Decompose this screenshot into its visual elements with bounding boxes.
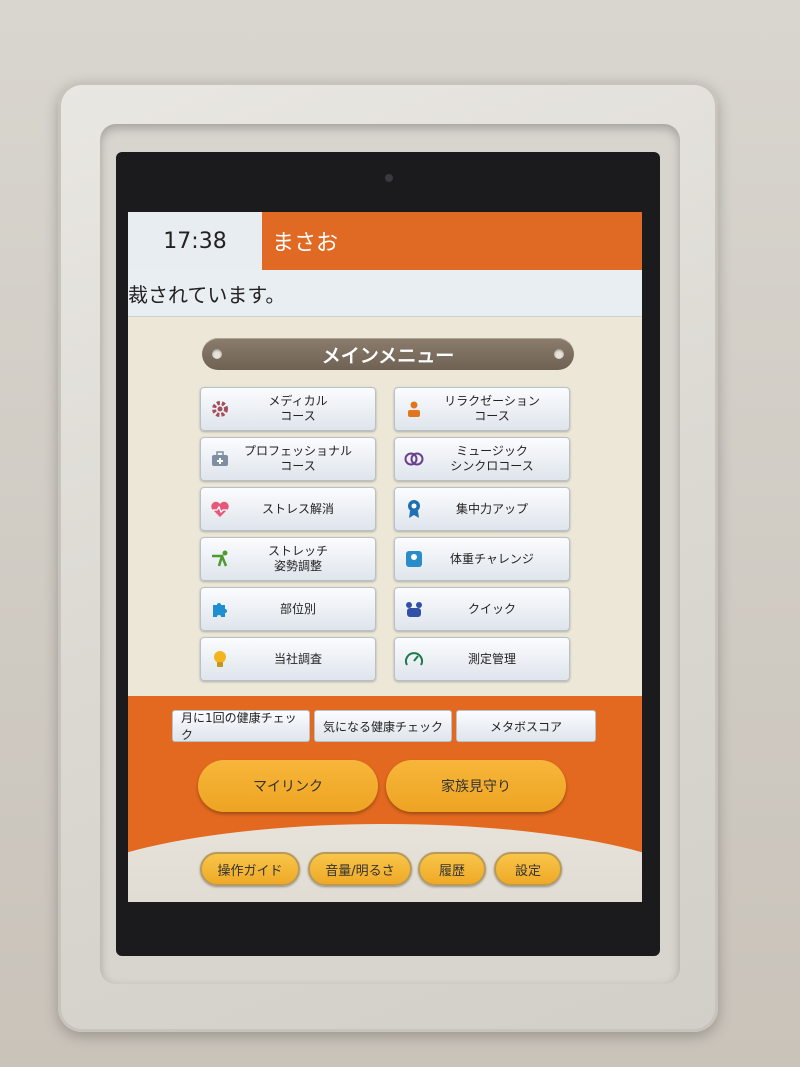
menu-weight-challenge[interactable]: 体重チャレンジ [394, 537, 570, 581]
menu-body-part[interactable]: 部位別 [200, 587, 376, 631]
menu-label: メディカル コース [268, 394, 328, 423]
operation-guide-button[interactable]: 操作ガイド [200, 852, 300, 886]
menu-label: ストレッチ 姿勢調整 [267, 544, 328, 573]
camera-icon [385, 174, 393, 182]
person-icon [403, 398, 425, 420]
menu-professional-course[interactable]: プロフェッショナル コース [200, 437, 376, 481]
heart-pulse-icon [209, 498, 231, 520]
award-icon [403, 498, 425, 520]
menu-company-research[interactable]: 当社調査 [200, 637, 376, 681]
menu-label: 測定管理 [467, 651, 516, 666]
title-left-dot [212, 349, 222, 359]
menu-label: プロフェッショナル コース [243, 444, 352, 473]
puzzle-icon [209, 598, 231, 620]
monthly-health-check-button[interactable]: 月に1回の健康チェック [172, 710, 310, 742]
settings-button[interactable]: 設定 [494, 852, 562, 886]
main-menu-title-text: メインメニュー [321, 344, 455, 367]
bulb-icon [209, 648, 231, 670]
family-watch-button[interactable]: 家族見守り [386, 760, 566, 812]
menu-stress-relief[interactable]: ストレス解消 [200, 487, 376, 531]
concern-health-check-button[interactable]: 気になる健康チェック [314, 710, 452, 742]
menu-label: 体重チャレンジ [450, 551, 534, 566]
gear-icon [209, 398, 231, 420]
menu-quick[interactable]: クイック [394, 587, 570, 631]
rings-icon [403, 448, 425, 470]
quick-icon [403, 598, 425, 620]
user-name: まさお [262, 212, 642, 270]
menu-label: 当社調査 [273, 651, 322, 666]
menu-stretch-posture[interactable]: ストレッチ 姿勢調整 [200, 537, 376, 581]
medical-bag-icon [209, 448, 231, 470]
metabo-score-button[interactable]: メタボスコア [456, 710, 596, 742]
main-menu-title: メインメニュー [202, 338, 574, 370]
menu-focus-up[interactable]: 集中力アップ [394, 487, 570, 531]
status-bar: 17:38 まさお [128, 212, 642, 270]
volume-brightness-button[interactable]: 音量/明るさ [308, 852, 412, 886]
menu-label: ミュージック シンクロコース [450, 444, 534, 473]
scrolling-message: 裁されています。 [128, 270, 642, 317]
menu-measurement-management[interactable]: 測定管理 [394, 637, 570, 681]
screen: 17:38 まさお 裁されています。 メインメニュー メディカル コース リラク… [128, 212, 642, 902]
scale-icon [403, 548, 425, 570]
menu-label: クイック [467, 601, 516, 616]
menu-relaxation-course[interactable]: リラクゼーション コース [394, 387, 570, 431]
menu-label: 部位別 [279, 601, 316, 616]
stretch-icon [209, 548, 231, 570]
health-check-row: 月に1回の健康チェック 気になる健康チェック メタボスコア [172, 710, 596, 742]
history-button[interactable]: 履歴 [418, 852, 486, 886]
menu-music-sync-course[interactable]: ミュージック シンクロコース [394, 437, 570, 481]
menu-label: リラクゼーション コース [444, 394, 540, 423]
menu-medical-course[interactable]: メディカル コース [200, 387, 376, 431]
menu-label: ストレス解消 [261, 501, 334, 516]
menu-label: 集中力アップ [455, 501, 528, 516]
title-right-dot [554, 349, 564, 359]
gauge-icon [403, 648, 425, 670]
my-link-button[interactable]: マイリンク [198, 760, 378, 812]
clock: 17:38 [128, 212, 262, 270]
